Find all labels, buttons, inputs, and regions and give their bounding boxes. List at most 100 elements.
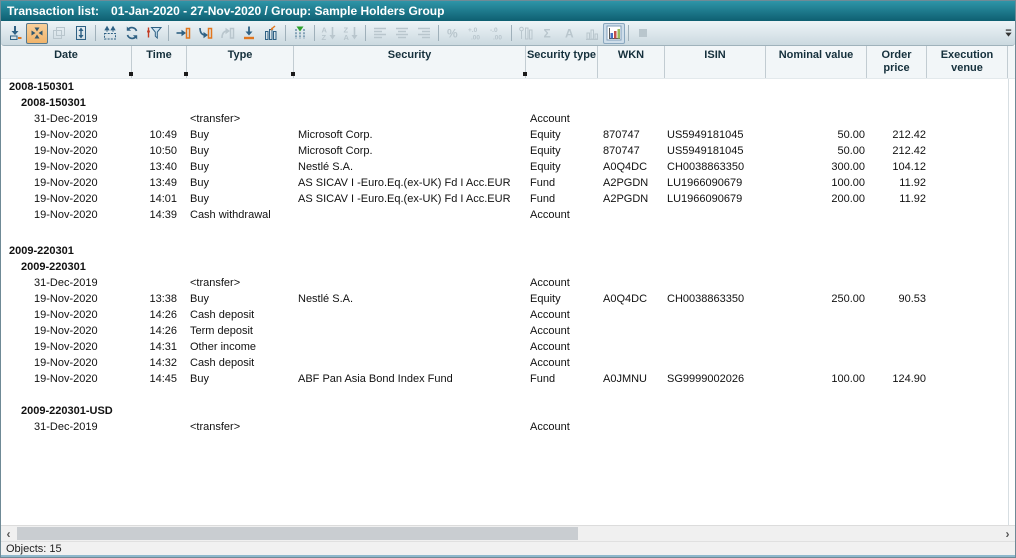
cell-time: 10:50: [132, 143, 187, 159]
increase-decimal-button: +.0.00: [464, 23, 486, 44]
table-row[interactable]: 31-Dec-2019<transfer>Account: [1, 111, 1015, 127]
cell-wkn: 870747: [598, 127, 665, 143]
export-button[interactable]: [4, 23, 26, 44]
cell-price: [867, 339, 927, 355]
sort-asc-icon: AZ: [321, 25, 337, 41]
column-marker-green-icon: [292, 25, 308, 41]
cell-wkn: [598, 275, 665, 291]
column-header-wkn[interactable]: WKN: [598, 46, 665, 78]
cell-wkn: [598, 307, 665, 323]
column-header-type[interactable]: Type: [187, 46, 294, 78]
group-row[interactable]: 2009-220301: [1, 243, 1015, 259]
refresh-button[interactable]: [121, 23, 143, 44]
cell-price: 90.53: [867, 291, 927, 307]
table-row[interactable]: 19-Nov-202014:26Term depositAccount: [1, 323, 1015, 339]
status-bar: Objects: 15: [1, 541, 1015, 557]
column-header-time[interactable]: Time: [132, 46, 187, 78]
table-row[interactable]: 31-Dec-2019<transfer>Account: [1, 275, 1015, 291]
cell-time: 14:26: [132, 323, 187, 339]
column-header-security[interactable]: Security: [294, 46, 526, 78]
group-row[interactable]: 2009-220301-USD: [1, 403, 1015, 419]
column-marker-button[interactable]: [289, 23, 311, 44]
column-header-label: Type: [228, 49, 253, 78]
table-row[interactable]: 19-Nov-202013:38BuyNestlé S.A.EquityA0Q4…: [1, 291, 1015, 307]
cell-isin: [665, 207, 766, 223]
dashed-box-arrows-icon: [102, 25, 118, 41]
cell-date: 19-Nov-2020: [1, 323, 132, 339]
fit-view-button[interactable]: [26, 23, 48, 44]
scroll-right-arrow-icon[interactable]: ›: [1000, 526, 1015, 541]
table-row[interactable]: 19-Nov-202013:40BuyNestlé S.A.EquityA0Q4…: [1, 159, 1015, 175]
column-header-isin[interactable]: ISIN: [665, 46, 766, 78]
cell-nominal: [766, 275, 867, 291]
cell-price: [867, 275, 927, 291]
cell-time: 13:38: [132, 291, 187, 307]
cell-nominal: [766, 307, 867, 323]
cell-type: Buy: [187, 159, 294, 175]
cell-isin: [665, 339, 766, 355]
insert-column-right-button[interactable]: [172, 23, 194, 44]
toolbar-overflow-button[interactable]: [1003, 24, 1014, 42]
cell-date: 19-Nov-2020: [1, 191, 132, 207]
cell-date: 19-Nov-2020: [1, 291, 132, 307]
chart-button[interactable]: [603, 23, 625, 44]
column-options-icon: [518, 25, 534, 41]
group-row[interactable]: 2008-150301: [1, 79, 1015, 95]
import-columns-button[interactable]: [260, 23, 282, 44]
cell-venue: [927, 291, 1008, 307]
cell-sectype: Account: [526, 355, 598, 371]
filter-button[interactable]: [143, 23, 165, 44]
horizontal-scrollbar[interactable]: ‹ ›: [1, 525, 1015, 541]
cell-date: 31-Dec-2019: [1, 111, 132, 127]
column-header-price[interactable]: Order price: [867, 46, 927, 78]
group-row[interactable]: 2009-220301: [1, 259, 1015, 275]
decrease-decimal-button: -.0.00: [486, 23, 508, 44]
decrease-decimal-icon: -.0.00: [489, 25, 505, 41]
table-row[interactable]: 31-Dec-2019<transfer>Account: [1, 419, 1015, 435]
cell-time: 14:32: [132, 355, 187, 371]
cell-isin: [665, 307, 766, 323]
cell-type: Cash deposit: [187, 355, 294, 371]
column-header-date[interactable]: Date: [1, 46, 132, 78]
cell-isin: [665, 323, 766, 339]
new-view-button[interactable]: [99, 23, 121, 44]
table-row[interactable]: 19-Nov-202013:49BuyAS SICAV I -Euro.Eq.(…: [1, 175, 1015, 191]
sigma-icon: Σ: [540, 25, 556, 41]
cell-isin: [665, 111, 766, 127]
cell-venue: [927, 111, 1008, 127]
cell-date: 19-Nov-2020: [1, 159, 132, 175]
table-row[interactable]: 19-Nov-202014:26Cash depositAccount: [1, 307, 1015, 323]
group-row[interactable]: 2008-150301: [1, 95, 1015, 111]
table-row[interactable]: 19-Nov-202014:45BuyABF Pan Asia Bond Ind…: [1, 371, 1015, 387]
expand-rows-button[interactable]: [70, 23, 92, 44]
scrollbar-thumb[interactable]: [17, 527, 578, 540]
cell-isin: US5949181045: [665, 143, 766, 159]
cell-sectype: Equity: [526, 159, 598, 175]
insert-column-down-button[interactable]: [194, 23, 216, 44]
table-row[interactable]: 19-Nov-202014:31Other incomeAccount: [1, 339, 1015, 355]
insert-row-button[interactable]: [238, 23, 260, 44]
table-row[interactable]: 19-Nov-202010:50BuyMicrosoft Corp.Equity…: [1, 143, 1015, 159]
column-header-nominal[interactable]: Nominal value: [766, 46, 867, 78]
table-row[interactable]: 19-Nov-202010:49BuyMicrosoft Corp.Equity…: [1, 127, 1015, 143]
cell-time: [132, 275, 187, 291]
table-row[interactable]: 19-Nov-202014:39Cash withdrawalAccount: [1, 207, 1015, 223]
cell-venue: [927, 207, 1008, 223]
cell-venue: [927, 191, 1008, 207]
table-row[interactable]: 19-Nov-202014:32Cash depositAccount: [1, 355, 1015, 371]
column-header-sectype[interactable]: Security type: [526, 46, 598, 78]
cell-date: 19-Nov-2020: [1, 127, 132, 143]
cell-sectype: Fund: [526, 191, 598, 207]
cell-sectype: Account: [526, 307, 598, 323]
cell-security: AS SICAV I -Euro.Eq.(ex-UK) Fd I Acc.EUR: [294, 175, 526, 191]
cell-type: <transfer>: [187, 111, 294, 127]
cell-security: [294, 111, 526, 127]
stop-square-icon: [635, 25, 651, 41]
cell-wkn: A0JMNU: [598, 371, 665, 387]
cell-wkn: [598, 207, 665, 223]
column-header-venue[interactable]: Execution venue: [927, 46, 1008, 78]
cell-venue: [927, 159, 1008, 175]
scroll-left-arrow-icon[interactable]: ‹: [1, 526, 16, 541]
cell-type: <transfer>: [187, 275, 294, 291]
table-row[interactable]: 19-Nov-202014:01BuyAS SICAV I -Euro.Eq.(…: [1, 191, 1015, 207]
